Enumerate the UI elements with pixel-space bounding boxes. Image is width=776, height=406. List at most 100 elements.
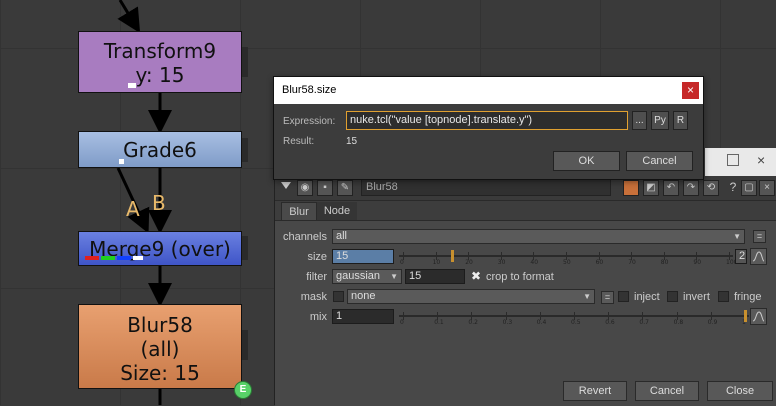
size-label: size	[307, 251, 327, 263]
mask-checkbox[interactable]	[333, 291, 344, 302]
slider-tick-label: 0.6	[605, 319, 615, 326]
node-color-icon[interactable]	[623, 180, 639, 196]
slider-tick-label: 0	[400, 319, 404, 326]
python-button[interactable]: Py	[651, 111, 669, 130]
channels-link-button[interactable]: =	[753, 230, 766, 243]
close-icon[interactable]: ×	[682, 82, 699, 99]
animation-curve-icon[interactable]	[750, 308, 767, 325]
fringe-label: fringe	[734, 291, 762, 303]
crop-checkbox-checked-icon[interactable]: ✖	[471, 269, 481, 283]
slider-tick-label: 60	[595, 259, 604, 266]
chevron-down-icon: ▼	[390, 272, 398, 281]
slider-tick-label: 90	[693, 259, 702, 266]
properties-panel: × ◉ ▪ ✎ Blur58 ◩ ↶ ↷ ⟲ ? ▢ × Blur Node c…	[274, 148, 776, 406]
panel-title-strip: ×	[705, 148, 776, 176]
channels-dropdown[interactable]: all ▼	[332, 229, 745, 244]
channel-indicator-green	[101, 256, 115, 260]
tab-blur[interactable]: Blur	[281, 202, 317, 221]
invert-checkbox[interactable]	[667, 291, 678, 302]
slider-tick-label: 0.9	[707, 319, 718, 326]
result-value: 15	[346, 136, 358, 147]
slider-tick-label: 0.7	[639, 319, 649, 326]
undo-icon[interactable]: ↶	[663, 180, 679, 196]
node-label: y: 15	[135, 63, 185, 87]
fringe-checkbox[interactable]	[718, 291, 729, 302]
inject-checkbox[interactable]	[618, 291, 629, 302]
node-side-handle	[242, 47, 248, 77]
node-size-label: Size: 15	[120, 361, 200, 385]
inject-label: inject	[634, 291, 660, 303]
node-blur58[interactable]: Blur58 (all) Size: 15	[78, 304, 242, 389]
chevron-down-icon: ▼	[583, 292, 591, 301]
float-panel-icon[interactable]: ▢	[741, 180, 757, 196]
revert-icon[interactable]: ⟲	[703, 180, 719, 196]
dialog-title: Blur58.size	[274, 77, 703, 104]
size-slider[interactable]: 0 10 20 30 40 50 60 70 80 90 100	[399, 249, 737, 266]
node-merge9[interactable]: Merge9 (over)	[78, 231, 242, 266]
r-button[interactable]: R	[673, 111, 688, 130]
mask-dropdown[interactable]: none ▼	[347, 289, 595, 304]
slider-tick-label: 0.3	[502, 319, 513, 326]
tab-node[interactable]: Node	[317, 202, 357, 220]
help-icon[interactable]: ?	[725, 180, 741, 196]
settings-wrench-icon[interactable]: ✎	[337, 180, 353, 196]
result-label: Result:	[283, 136, 315, 147]
expression-browse-button[interactable]: ...	[632, 111, 647, 130]
slider-tick-label: 80	[660, 259, 669, 266]
channels-value: all	[336, 230, 348, 242]
float-icon[interactable]	[727, 154, 739, 166]
mix-input[interactable]: 1	[332, 309, 394, 324]
slider-tick-label: 0.4	[536, 319, 547, 326]
filter-quality-input[interactable]: 15	[405, 269, 465, 284]
slider-tick-label: 20	[465, 259, 473, 266]
channel-indicator-blue	[117, 256, 131, 260]
node-name: Transform9	[103, 39, 217, 63]
redo-icon[interactable]: ↷	[683, 180, 699, 196]
expression-input[interactable]: nuke.tcl("value [topnode].translate.y")	[346, 111, 628, 130]
close-panel-icon[interactable]: ×	[757, 152, 765, 168]
node-name: Merge9 (over)	[89, 237, 231, 261]
node-name-field[interactable]: Blur58	[361, 179, 611, 196]
animation-curve-icon[interactable]	[750, 248, 767, 265]
slider-tick-label: 50	[563, 259, 571, 266]
mask-link-button[interactable]: =	[601, 291, 614, 304]
channel-indicator-alpha	[133, 256, 143, 260]
grade-indicator	[119, 159, 124, 164]
revert-button[interactable]: Revert	[563, 381, 627, 401]
ok-button[interactable]: OK	[553, 151, 620, 171]
filter-dropdown[interactable]: gaussian ▼	[332, 269, 402, 284]
chevron-down-icon: ▼	[733, 232, 741, 241]
node-grade6[interactable]: Grade6	[78, 131, 242, 168]
close-button[interactable]: Close	[707, 381, 773, 401]
viewer-camera-icon[interactable]: ▪	[317, 180, 333, 196]
transform-indicator	[128, 83, 136, 88]
close-properties-icon[interactable]: ×	[759, 180, 775, 196]
size-input[interactable]: 15	[332, 249, 394, 264]
center-node-icon[interactable]: ◉	[297, 180, 313, 196]
size-views[interactable]: 2	[735, 249, 747, 264]
mix-label: mix	[309, 311, 327, 323]
edge-label-b: B	[152, 191, 166, 215]
node-side-handle	[242, 138, 248, 162]
mask-value: none	[351, 290, 376, 302]
node-transform9[interactable]: Transform9 y: 15	[78, 31, 242, 93]
slider-handle[interactable]	[744, 310, 747, 322]
font-color-icon[interactable]: ◩	[643, 180, 659, 196]
mask-label: mask	[300, 291, 327, 303]
channels-label: channels	[282, 231, 327, 243]
slider-tick-label: 10	[432, 259, 441, 266]
crop-to-format-label: crop to format	[486, 271, 554, 283]
slider-tick-label: 40	[530, 259, 539, 266]
edge-label-a: A	[126, 197, 140, 221]
expression-dialog: Blur58.size × Expression: nuke.tcl("valu…	[273, 76, 704, 180]
slider-tick-label: 0	[400, 259, 404, 266]
cancel-button[interactable]: Cancel	[635, 381, 699, 401]
slider-tick-label: 30	[497, 259, 506, 266]
channel-indicator-red	[85, 256, 99, 260]
filter-value: gaussian	[336, 270, 381, 282]
mix-slider[interactable]: 0 0.1 0.2 0.3 0.4 0.5 0.6 0.7 0.8 0.9 1	[399, 309, 749, 326]
collapse-triangle-icon[interactable]	[281, 182, 291, 189]
cancel-button[interactable]: Cancel	[626, 151, 693, 171]
slider-handle[interactable]	[450, 250, 454, 262]
filter-label: filter	[306, 271, 327, 283]
